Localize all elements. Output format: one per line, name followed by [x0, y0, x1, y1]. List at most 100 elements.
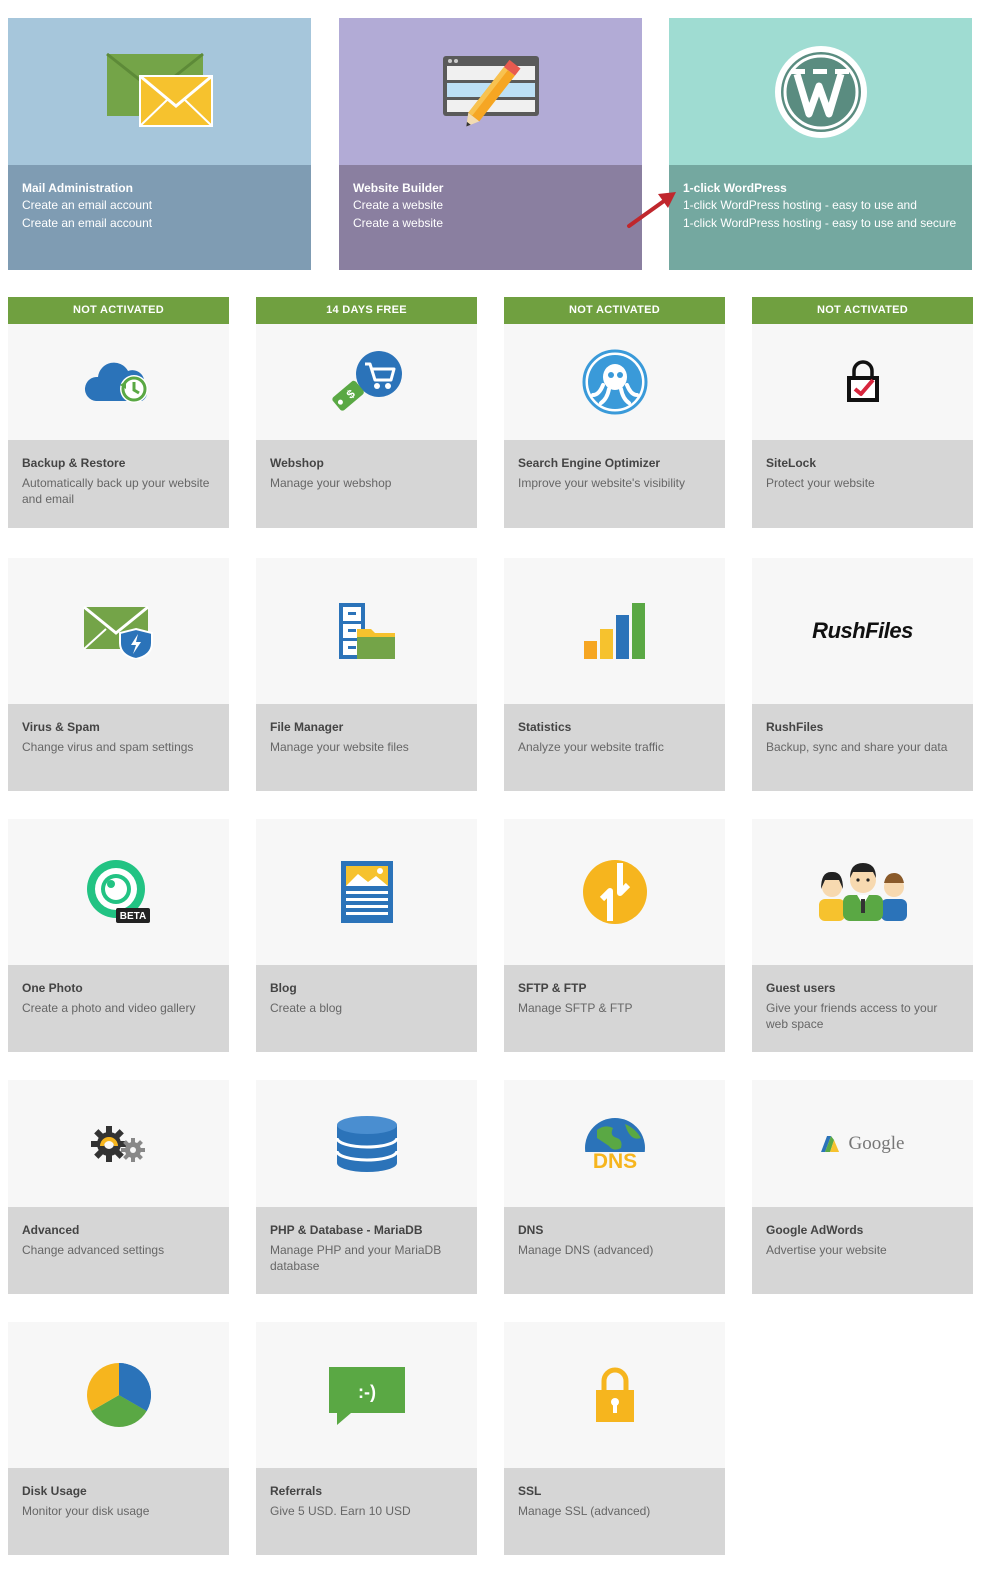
database-icon	[335, 1115, 398, 1172]
envelope-icon	[105, 52, 213, 127]
people-group-icon	[818, 863, 907, 921]
website-builder-title: Website Builder	[353, 181, 444, 195]
mail-administration-tile[interactable]: Mail Administration Create an email acco…	[8, 18, 311, 270]
wordpress-title: 1-click WordPress	[683, 181, 787, 195]
pencil-browser-icon	[442, 55, 539, 126]
tile-description: Manage your webshop	[270, 476, 392, 490]
tile-title: SSL	[518, 1484, 542, 1498]
dns-tile[interactable]: DNS DNS Manage DNS (advanced)	[504, 1080, 725, 1294]
referrals-tile[interactable]: :-) Referrals Give 5 USD. Earn 10 USD	[256, 1322, 477, 1555]
wordpress-link-2[interactable]: 1-click WordPress hosting - easy to use …	[683, 214, 958, 232]
backup-restore-tile[interactable]: NOT ACTIVATED Backup & Restore Automatic…	[8, 297, 229, 528]
tile-title: Virus & Spam	[22, 720, 100, 734]
tile-title: PHP & Database - MariaDB	[270, 1223, 423, 1237]
tile-title: Google AdWords	[766, 1223, 864, 1237]
tile-description: Manage SSL (advanced)	[518, 1504, 651, 1518]
camera-lens-icon: BETA	[86, 860, 150, 923]
file-manager-tile[interactable]: File Manager Manage your website files	[256, 558, 477, 791]
tile-title: Referrals	[270, 1484, 323, 1498]
file-cabinet-icon	[338, 603, 395, 659]
advanced-tile[interactable]: Advanced Change advanced settings	[8, 1080, 229, 1294]
pie-chart-icon	[86, 1363, 151, 1427]
status-badge: NOT ACTIVATED	[752, 297, 973, 324]
tile-description: Create a blog	[270, 1001, 343, 1015]
dns-logo-text: DNS	[592, 1150, 636, 1172]
rushfiles-tile[interactable]: RushFiles RushFiles Backup, sync and sha…	[752, 558, 973, 791]
status-badge: 14 DAYS FREE	[256, 297, 477, 324]
status-badge: NOT ACTIVATED	[8, 297, 229, 324]
rushfiles-logo: RushFiles	[812, 618, 913, 643]
tile-title: RushFiles	[766, 720, 824, 734]
gears-icon	[90, 1125, 145, 1162]
one-photo-tile[interactable]: BETA One Photo Create a photo and video …	[8, 819, 229, 1052]
mail-administration-title: Mail Administration	[22, 181, 133, 195]
tile-title: One Photo	[22, 981, 83, 995]
globe-dns-icon: DNS	[582, 1117, 647, 1172]
mail-administration-link-2[interactable]: Create an email account	[22, 214, 297, 232]
tile-title: SiteLock	[766, 456, 817, 470]
sftp-ftp-tile[interactable]: SFTP & FTP Manage SFTP & FTP	[504, 819, 725, 1052]
google-logo-text: Google	[848, 1132, 905, 1154]
adwords-icon	[820, 1135, 839, 1152]
tile-description: Manage your website files	[270, 740, 409, 754]
statistics-tile[interactable]: Statistics Analyze your website traffic	[504, 558, 725, 791]
tile-description: Change virus and spam settings	[22, 740, 194, 754]
tile-description: Create a photo and video gallery	[22, 1001, 196, 1015]
sitelock-tile[interactable]: NOT ACTIVATED SiteLock Protect your webs…	[752, 297, 973, 528]
guest-users-tile[interactable]: Guest users Give your friends access to …	[752, 819, 973, 1052]
bar-chart-icon	[583, 603, 645, 659]
tile-title: Advanced	[22, 1223, 80, 1237]
tile-title: DNS	[518, 1223, 544, 1237]
wordpress-link-1[interactable]: 1-click WordPress hosting - easy to use …	[683, 196, 958, 214]
red-arrow-annotation	[627, 192, 676, 228]
tile-description: Monitor your disk usage	[22, 1504, 150, 1518]
tile-description: Manage PHP and your MariaDB database	[270, 1243, 442, 1273]
wordpress-icon	[774, 45, 867, 138]
website-builder-link-1[interactable]: Create a website	[353, 196, 628, 214]
tile-description: Give your friends access to your web spa…	[766, 1001, 938, 1031]
tile-title: Webshop	[270, 456, 324, 470]
transfer-arrows-icon	[582, 860, 647, 924]
padlock-icon	[595, 1367, 634, 1422]
tile-description: Analyze your website traffic	[518, 740, 664, 754]
webshop-tile[interactable]: 14 DAYS FREE $ Webshop Manage your websh…	[256, 297, 477, 528]
virus-spam-tile[interactable]: Virus & Spam Change virus and spam setti…	[8, 558, 229, 791]
php-database-tile[interactable]: PHP & Database - MariaDB Manage PHP and …	[256, 1080, 477, 1294]
mail-administration-link-1[interactable]: Create an email account	[22, 196, 297, 214]
tile-description: Backup, sync and share your data	[766, 740, 948, 754]
disk-usage-tile[interactable]: Disk Usage Monitor your disk usage	[8, 1322, 229, 1555]
tile-description: Change advanced settings	[22, 1243, 165, 1257]
tile-title: Statistics	[518, 720, 572, 734]
tile-description: Manage SFTP & FTP	[518, 1001, 633, 1015]
wordpress-tile-image	[669, 18, 972, 165]
cloud-backup-icon	[84, 362, 148, 403]
tile-description: Advertise your website	[766, 1243, 887, 1257]
tile-description: Give 5 USD. Earn 10 USD	[270, 1504, 411, 1518]
website-builder-link-2[interactable]: Create a website	[353, 214, 628, 232]
tile-title: File Manager	[270, 720, 344, 734]
cart-tag-icon: $	[331, 351, 402, 411]
tile-title: SFTP & FTP	[518, 981, 587, 995]
octopus-icon	[582, 349, 647, 415]
tile-title: Disk Usage	[22, 1484, 87, 1498]
tile-description: Improve your website's visibility	[518, 476, 686, 490]
smiley-text: :-)	[358, 1382, 376, 1402]
google-adwords-logo: Google	[820, 1132, 905, 1155]
google-adwords-tile[interactable]: Google Google AdWords Advertise your web…	[752, 1080, 973, 1294]
status-badge: NOT ACTIVATED	[504, 297, 725, 324]
mail-administration-tile-image	[8, 18, 311, 165]
tile-title: Guest users	[766, 981, 836, 995]
ssl-tile[interactable]: SSL Manage SSL (advanced)	[504, 1322, 725, 1555]
speech-bubble-icon: :-)	[328, 1367, 405, 1425]
envelope-shield-icon	[82, 605, 153, 659]
tile-title: Blog	[270, 981, 297, 995]
tile-description: Protect your website	[766, 476, 875, 490]
website-builder-tile-image	[339, 18, 642, 165]
website-builder-tile[interactable]: Website Builder Create a website Create …	[339, 18, 642, 270]
search-engine-optimizer-tile[interactable]: NOT ACTIVATED Search Engine Optimizer Im…	[504, 297, 725, 528]
blog-tile[interactable]: Blog Create a blog	[256, 819, 477, 1052]
tile-description: Manage DNS (advanced)	[518, 1243, 654, 1257]
wordpress-tile[interactable]: 1-click WordPress 1-click WordPress host…	[669, 18, 972, 270]
tile-title: Backup & Restore	[22, 456, 126, 470]
beta-badge: BETA	[119, 911, 145, 922]
